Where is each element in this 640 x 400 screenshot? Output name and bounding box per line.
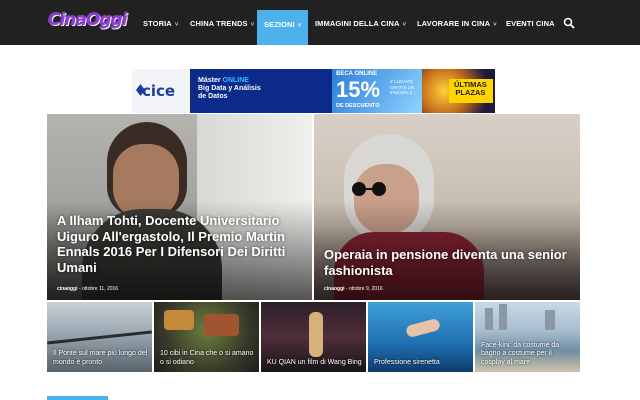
top-navbar: CinaOggi STORIA ˅ CHINA TRENDS ˅ SEZIONI ˅ … bbox=[0, 0, 640, 45]
chevron-down-icon: ˅ bbox=[250, 22, 255, 28]
ad-banner[interactable]: cice Máster ONLINE Big Data y Análisis d… bbox=[132, 69, 495, 113]
small-article-title[interactable]: KU QIAN un film di Wang Bing bbox=[267, 359, 362, 368]
article-date: ottobre 11, 2016 bbox=[82, 286, 119, 292]
small-article-3[interactable]: KU QIAN un film di Wang Bing bbox=[261, 302, 366, 372]
sunglasses-icon bbox=[334, 182, 414, 196]
article-date: ottobre 9, 2016 bbox=[349, 286, 383, 292]
nav-item-china-trends[interactable]: CHINA TRENDS ˅ bbox=[190, 12, 254, 46]
ad-discount-block: BECA ONLINE 15% DE DESCUENTO Y LLÉVATE G… bbox=[332, 69, 422, 113]
featured-title[interactable]: Operaia in pensione diventa una senior f… bbox=[324, 247, 569, 278]
small-article-2[interactable]: 10 cibi in Cina che o si amano o si odia… bbox=[154, 302, 259, 372]
nav-item-label: IMMAGINI DELLA CINA bbox=[315, 19, 400, 28]
small-article-title[interactable]: 10 cibi in Cina che o si amano o si odia… bbox=[160, 350, 255, 367]
meta-separator: - bbox=[345, 286, 348, 292]
building-shape bbox=[499, 304, 507, 330]
building-shape bbox=[545, 310, 555, 330]
nav-item-label: CHINA TRENDS bbox=[190, 19, 248, 28]
small-article-title[interactable]: Professione sirenetta bbox=[374, 359, 469, 368]
ad-line3: de Datos bbox=[198, 93, 228, 100]
search-icon[interactable] bbox=[563, 17, 575, 29]
ad-brand-block: cice bbox=[132, 69, 190, 113]
ad-brand-name: cice bbox=[142, 82, 176, 100]
ad-line2: Big Data y Análisis bbox=[198, 85, 261, 92]
nav-item-sezioni[interactable]: SEZIONI ˅ bbox=[257, 10, 309, 45]
article-meta: cinaoggi - ottobre 11, 2016 bbox=[57, 286, 118, 292]
nav-item-lavorare-in-cina[interactable]: LAVORARE IN CINA ˅ bbox=[417, 12, 497, 46]
ad-plazas-text: ÚLTIMAS PLAZAS bbox=[454, 81, 487, 97]
small-article-4[interactable]: Professione sirenetta bbox=[368, 302, 473, 372]
ad-descuento: DE DESCUENTO bbox=[336, 103, 380, 109]
ad-line1a: Máster bbox=[198, 77, 223, 84]
chevron-down-icon: ˅ bbox=[297, 23, 302, 29]
small-article-title[interactable]: Face-kini: da costume da bagno a costume… bbox=[481, 342, 576, 368]
ad-ipad-line3: iPad Mini 2 bbox=[390, 90, 413, 95]
ad-ipad-line2: GRATIS UN bbox=[390, 84, 415, 90]
nav-item-immagini-della-cina[interactable]: IMMAGINI DELLA CINA ˅ bbox=[315, 12, 406, 46]
figure-shape bbox=[309, 312, 323, 357]
nav-item-label: STORIA bbox=[143, 19, 172, 28]
meta-separator: - bbox=[78, 286, 81, 292]
nav-item-storia[interactable]: STORIA ˅ bbox=[143, 12, 178, 46]
small-article-title[interactable]: Il Ponte sul mare più lungo del mondo è … bbox=[53, 350, 148, 367]
ad-percent: 15% bbox=[336, 77, 381, 102]
chevron-down-icon: ˅ bbox=[493, 22, 497, 28]
ad-line1b: ONLINE bbox=[222, 77, 249, 84]
nav-item-label: EVENTI CINA bbox=[506, 19, 555, 28]
swimmer-shape bbox=[405, 317, 441, 339]
nav-item-label: LAVORARE IN CINA bbox=[417, 19, 491, 28]
ad-plazas2: PLAZAS bbox=[455, 88, 486, 97]
featured-title[interactable]: A Ilham Tohti, Docente Universitario Uig… bbox=[57, 213, 297, 275]
food-item bbox=[164, 310, 194, 330]
chevron-down-icon: ˅ bbox=[402, 22, 407, 28]
article-author[interactable]: cinaoggi bbox=[57, 286, 78, 292]
nav-item-label: SEZIONI bbox=[264, 20, 295, 29]
site-logo[interactable]: CinaOggi bbox=[48, 10, 127, 30]
section-header-block bbox=[47, 396, 108, 400]
bridge-shape bbox=[47, 330, 152, 345]
chevron-down-icon: ˅ bbox=[174, 22, 179, 28]
article-author[interactable]: cinaoggi bbox=[324, 286, 345, 292]
small-article-5[interactable]: Face-kini: da costume da bagno a costume… bbox=[475, 302, 580, 372]
food-item bbox=[204, 314, 239, 336]
ad-course-text: Máster ONLINE Big Data y Análisis de Dat… bbox=[198, 77, 261, 101]
ad-ipad-line1: Y LLÉVATE bbox=[390, 79, 414, 84]
ad-ipad-text: Y LLÉVATE GRATIS UN iPad Mini 2 bbox=[390, 79, 414, 96]
building-shape bbox=[485, 308, 493, 330]
featured-article-2[interactable]: Operaia in pensione diventa una senior f… bbox=[314, 114, 580, 300]
featured-article-1[interactable]: A Ilham Tohti, Docente Universitario Uig… bbox=[47, 114, 312, 300]
article-meta: cinaoggi - ottobre 9, 2016 bbox=[324, 286, 383, 292]
small-article-1[interactable]: Il Ponte sul mare più lungo del mondo è … bbox=[47, 302, 152, 372]
nav-item-eventi-cina[interactable]: EVENTI CINA bbox=[506, 12, 555, 46]
